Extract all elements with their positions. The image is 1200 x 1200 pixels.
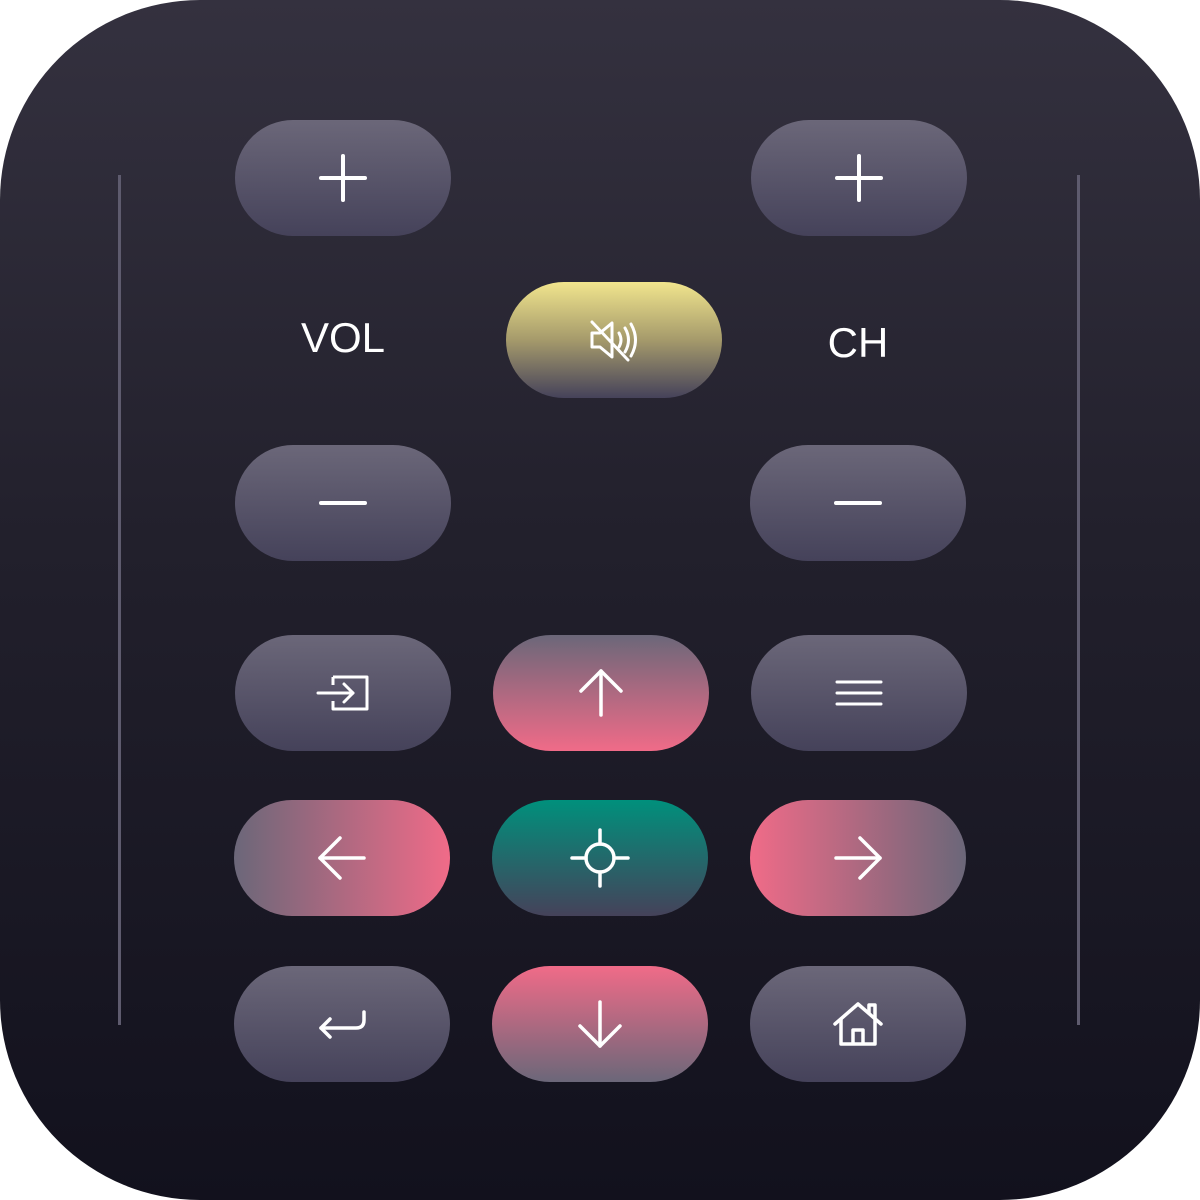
left-side-rail — [118, 175, 121, 1025]
home-button[interactable] — [750, 966, 966, 1082]
remote-control-body: VOL CH — [0, 0, 1200, 1200]
arrow-left-icon — [318, 836, 366, 880]
arrow-down-icon — [578, 1000, 622, 1048]
plus-icon — [319, 154, 367, 202]
back-button[interactable] — [234, 966, 450, 1082]
ok-select-button[interactable] — [492, 800, 708, 916]
mute-icon — [590, 320, 637, 362]
minus-icon — [319, 501, 367, 505]
home-icon — [833, 1002, 883, 1046]
volume-down-button[interactable] — [235, 445, 451, 561]
volume-label: VOL — [300, 314, 386, 361]
menu-button[interactable] — [751, 635, 967, 751]
input-source-button[interactable] — [235, 635, 451, 751]
crosshair-icon — [570, 828, 630, 888]
channel-label: CH — [827, 319, 889, 366]
arrow-right-icon — [834, 836, 882, 880]
volume-up-button[interactable] — [235, 120, 451, 236]
input-source-icon — [316, 675, 369, 711]
return-icon — [319, 1010, 366, 1039]
arrow-up-icon — [579, 669, 623, 717]
navigate-left-button[interactable] — [234, 800, 450, 916]
mute-button[interactable] — [506, 282, 722, 398]
channel-up-button[interactable] — [751, 120, 967, 236]
navigate-right-button[interactable] — [750, 800, 966, 916]
minus-icon — [834, 501, 882, 505]
menu-icon — [835, 680, 883, 706]
navigate-up-button[interactable] — [493, 635, 709, 751]
channel-down-button[interactable] — [750, 445, 966, 561]
plus-icon — [835, 154, 883, 202]
right-side-rail — [1077, 175, 1080, 1025]
navigate-down-button[interactable] — [492, 966, 708, 1082]
